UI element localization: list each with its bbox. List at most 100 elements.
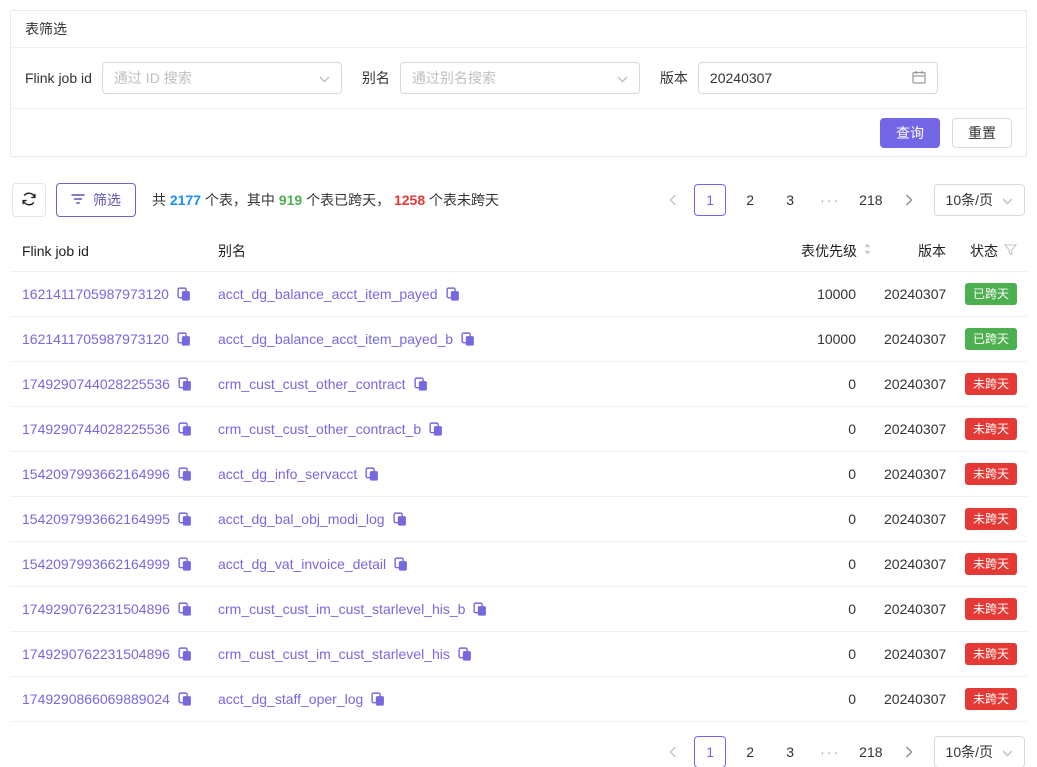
chevron-down-icon [1002,192,1013,208]
funnel-filter-icon[interactable] [1004,243,1017,259]
copy-icon[interactable] [365,467,379,481]
version-cell: 20240307 [884,691,950,707]
alias-link[interactable]: crm_cust_cust_im_cust_starlevel_his [218,646,450,662]
copy-icon[interactable] [394,557,408,571]
pages-ellipsis[interactable]: ··· [814,736,846,767]
copy-icon[interactable] [458,647,472,661]
copy-icon[interactable] [429,422,443,436]
summary-seg: 共 [152,190,170,210]
column-header-priority[interactable]: 表优先级 [723,241,884,261]
job-id-link[interactable]: 1542097993662164995 [22,511,170,527]
alias-link[interactable]: acct_dg_balance_acct_item_payed [218,286,438,302]
page-size-select[interactable]: 10条/页 [934,736,1025,767]
copy-icon[interactable] [178,602,192,616]
job-id-link[interactable]: 1749290762231504896 [22,646,170,662]
page-size-select[interactable]: 10条/页 [934,184,1025,216]
alias-link[interactable]: acct_dg_vat_invoice_detail [218,556,386,572]
pages-ellipsis[interactable]: ··· [814,184,846,216]
page-button[interactable]: 1 [694,184,726,216]
priority-cell: 0 [723,511,884,527]
column-header-version: 版本 [884,241,950,261]
alias-link[interactable]: acct_dg_bal_obj_modi_log [218,511,385,527]
job-id-link[interactable]: 1749290744028225536 [22,421,170,437]
table-body: 1621411705987973120 acct_dg_balance_acct… [10,272,1027,722]
job-id-link[interactable]: 1749290744028225536 [22,376,170,392]
copy-icon[interactable] [178,467,192,481]
summary-seg: 个表，其中 [201,190,279,210]
copy-icon[interactable] [177,287,191,301]
alias-link[interactable]: acct_dg_info_servacct [218,466,357,482]
query-button[interactable]: 查询 [880,118,940,148]
job-id-link[interactable]: 1542097993662164999 [22,556,170,572]
job-id-link[interactable]: 1542097993662164996 [22,466,170,482]
page-button[interactable]: 3 [774,184,806,216]
alias-link[interactable]: crm_cust_cust_other_contract [218,376,406,392]
copy-icon[interactable] [473,602,487,616]
copy-icon[interactable] [178,692,192,706]
calendar-icon [912,70,926,87]
filter-card: 表筛选 Flink job id 通过 ID 搜索 别名 通过别名搜索 [10,10,1027,157]
alias-select[interactable]: 通过别名搜索 [400,62,640,94]
copy-icon[interactable] [461,332,475,346]
job-id-link[interactable]: 1749290866069889024 [22,691,170,707]
prev-page-button[interactable] [660,736,686,767]
copy-icon[interactable] [178,512,192,526]
status-badge: 未跨天 [965,688,1017,710]
priority-cell: 0 [723,376,884,392]
filter-toggle-button[interactable]: 筛选 [56,183,136,217]
summary-uncrossed-count: 1258 [394,192,425,208]
sorter-icon[interactable] [863,242,872,259]
version-cell: 20240307 [884,511,950,527]
table-row: 1621411705987973120 acct_dg_balance_acct… [10,317,1027,362]
table-header-row: Flink job id 别名 表优先级 版本 状态 [10,230,1027,272]
copy-icon[interactable] [178,557,192,571]
copy-icon[interactable] [446,287,460,301]
table-row: 1749290744028225536 crm_cust_cust_other_… [10,362,1027,407]
version-date-input[interactable]: 20240307 [698,62,938,94]
reset-button[interactable]: 重置 [952,118,1012,148]
column-header-status: 状态 [950,241,1027,261]
priority-cell: 0 [723,556,884,572]
copy-icon[interactable] [178,377,192,391]
copy-icon[interactable] [393,512,407,526]
refresh-icon [21,191,37,210]
status-badge: 未跨天 [965,553,1017,575]
status-badge: 已跨天 [965,283,1017,305]
page-button[interactable]: 2 [734,184,766,216]
job-id-select[interactable]: 通过 ID 搜索 [102,62,342,94]
next-page-button[interactable] [896,736,922,767]
chevron-down-icon [319,70,330,86]
page-button[interactable]: 218 [854,736,887,767]
priority-cell: 0 [723,601,884,617]
page-button[interactable]: 1 [694,736,726,767]
copy-icon[interactable] [177,332,191,346]
job-id-link[interactable]: 1621411705987973120 [22,331,169,347]
job-id-link[interactable]: 1749290762231504896 [22,601,170,617]
status-badge: 已跨天 [965,328,1017,350]
copy-icon[interactable] [178,647,192,661]
job-id-link[interactable]: 1621411705987973120 [22,286,169,302]
status-badge: 未跨天 [965,598,1017,620]
prev-page-button[interactable] [660,184,686,216]
filter-card-title: 表筛选 [25,19,67,39]
alias-link[interactable]: crm_cust_cust_other_contract_b [218,421,421,437]
footer-pager-wrap: 123 ··· 218 10条/页 [10,736,1027,767]
table-row: 1749290762231504896 crm_cust_cust_im_cus… [10,632,1027,677]
page-button[interactable]: 3 [774,736,806,767]
copy-icon[interactable] [178,422,192,436]
alias-link[interactable]: crm_cust_cust_im_cust_starlevel_his_b [218,601,465,617]
version-cell: 20240307 [884,421,950,437]
page-button[interactable]: 2 [734,736,766,767]
version-cell: 20240307 [884,376,950,392]
summary-total-count: 2177 [170,192,201,208]
next-page-button[interactable] [896,184,922,216]
priority-cell: 0 [723,421,884,437]
alias-link[interactable]: acct_dg_balance_acct_item_payed_b [218,331,453,347]
version-label: 版本 [660,68,688,88]
refresh-button[interactable] [12,183,46,217]
copy-icon[interactable] [371,692,385,706]
page-button[interactable]: 218 [854,184,887,216]
alias-link[interactable]: acct_dg_staff_oper_log [218,691,363,707]
copy-icon[interactable] [414,377,428,391]
priority-cell: 0 [723,646,884,662]
